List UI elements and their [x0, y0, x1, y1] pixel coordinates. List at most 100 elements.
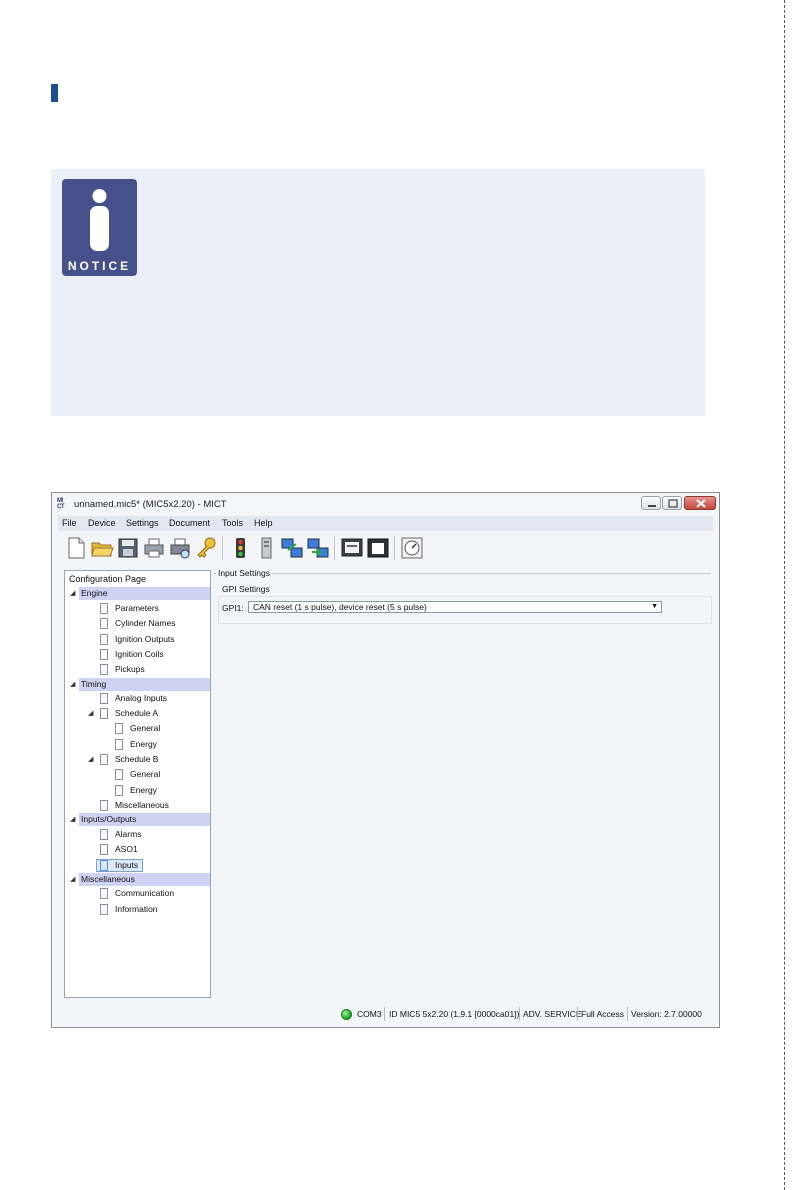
tree-item-communication[interactable]: Communication: [65, 887, 210, 900]
key-icon[interactable]: [194, 536, 218, 560]
window-frame-icon[interactable]: [366, 536, 390, 560]
status-bar: COM3 ID MIC5 5x2.20 (1.9.1 [0000ca01]) A…: [52, 1003, 719, 1027]
tree-item-schedule-a-energy[interactable]: Energy: [65, 738, 210, 751]
gpi1-select[interactable]: CAN reset (1 s pulse), device reset (5 s…: [248, 601, 662, 613]
page-icon: [100, 618, 108, 629]
tree-group-timing[interactable]: ◢ Timing: [65, 678, 210, 691]
maximize-button[interactable]: [662, 496, 682, 510]
tree-header: Configuration Page: [69, 574, 147, 584]
tree-item-inputs[interactable]: Inputs: [65, 859, 210, 872]
page-cut-line: [784, 0, 786, 1190]
menu-device[interactable]: Device: [88, 518, 116, 528]
gpi1-label: GPI1:: [222, 603, 244, 613]
status-access: Full Access: [581, 1009, 624, 1019]
toolbar-separator: [394, 536, 395, 560]
tree-group-miscellaneous[interactable]: ◢ Miscellaneous: [65, 873, 210, 886]
tree-group-label: Engine: [81, 588, 108, 598]
collapse-arrow-icon[interactable]: ◢: [88, 707, 93, 720]
gauge-icon[interactable]: [400, 536, 424, 560]
collapse-arrow-icon[interactable]: ◢: [70, 678, 75, 691]
tree-item-label: Ignition Coils: [115, 649, 164, 659]
tree-item-label: Energy: [130, 785, 157, 795]
status-version: Version: 2.7.00000: [631, 1009, 702, 1019]
section-marker: [51, 84, 58, 102]
print-preview-icon[interactable]: [168, 536, 192, 560]
transfer-computers-icon[interactable]: [306, 536, 330, 560]
page-icon: [100, 693, 108, 704]
tree-item-ignition-outputs[interactable]: Ignition Outputs: [65, 633, 210, 646]
connect-computers-icon[interactable]: [280, 536, 304, 560]
gpi1-selected-value: CAN reset (1 s pulse), device reset (5 s…: [253, 602, 427, 612]
menu-file[interactable]: File: [62, 518, 77, 528]
tree-item-label: Cylinder Names: [115, 618, 176, 628]
pages-icon: [100, 754, 108, 765]
tree-group-inputs-outputs[interactable]: ◢ Inputs/Outputs: [65, 813, 210, 826]
tree-item-analog-inputs[interactable]: Analog Inputs: [65, 692, 210, 705]
page-icon: [100, 800, 108, 811]
tree-item-schedule-b-general[interactable]: General: [65, 768, 210, 781]
page-icon: [100, 888, 108, 899]
page-icon: [100, 844, 108, 855]
toolbar-separator: [222, 536, 223, 560]
input-settings-group: Input Settings GPI Settings GPI1: CAN re…: [214, 568, 712, 626]
tree-item-pickups[interactable]: Pickups: [65, 663, 210, 676]
notice-icon: NOTICE: [62, 179, 137, 276]
tree-item-label: Communication: [115, 888, 175, 898]
page-icon: [100, 634, 108, 645]
tree-item-aso1[interactable]: ASO1: [65, 843, 210, 856]
tree-item-label: Miscellaneous: [115, 800, 169, 810]
tree-group-engine[interactable]: ◢ Engine: [65, 587, 210, 600]
page-icon: [115, 785, 123, 796]
menu-settings[interactable]: Settings: [126, 518, 159, 528]
input-settings-title: Input Settings: [216, 568, 272, 578]
save-disk-icon[interactable]: [116, 536, 140, 560]
open-folder-icon[interactable]: [90, 536, 114, 560]
tree-item-schedule-a-general[interactable]: General: [65, 722, 210, 735]
tree-item-label: ASO1: [115, 844, 138, 854]
tower-device-icon[interactable]: [254, 536, 278, 560]
status-port: COM3: [357, 1009, 382, 1019]
tree-item-label: Alarms: [115, 829, 142, 839]
new-document-icon[interactable]: [64, 536, 88, 560]
menu-tools[interactable]: Tools: [222, 518, 243, 528]
monitor-icon[interactable]: [340, 536, 364, 560]
collapse-arrow-icon[interactable]: ◢: [70, 873, 75, 886]
tree-item-ignition-coils[interactable]: Ignition Coils: [65, 648, 210, 661]
tree-item-schedule-a[interactable]: ◢ Schedule A: [65, 707, 210, 720]
connection-status-led-icon: [341, 1009, 352, 1020]
toolbar: [58, 533, 713, 563]
menu-help[interactable]: Help: [254, 518, 273, 528]
menu-document[interactable]: Document: [169, 518, 210, 528]
print-icon[interactable]: [142, 536, 166, 560]
menu-bar: File Device Settings Document Tools Help: [58, 516, 713, 531]
configuration-tree: Configuration Page ◢ Engine Parameters C…: [64, 570, 211, 998]
close-button[interactable]: [684, 496, 716, 510]
collapse-arrow-icon[interactable]: ◢: [70, 813, 75, 826]
tree-item-label: Energy: [130, 739, 157, 749]
collapse-arrow-icon[interactable]: ◢: [70, 587, 75, 600]
app-logo: MI CT: [57, 498, 65, 510]
window-title: unnamed.mic5* (MIC5x2.20) - MICT: [74, 499, 227, 510]
mict-window: MI CT unnamed.mic5* (MIC5x2.20) - MICT F…: [51, 492, 720, 1028]
toolbar-separator: [334, 536, 335, 560]
page-icon: [115, 739, 123, 750]
notice-label: NOTICE: [67, 259, 132, 273]
tree-group-label: Inputs/Outputs: [81, 814, 137, 824]
minimize-button[interactable]: [641, 496, 661, 510]
dropdown-arrow-icon[interactable]: ▼: [651, 602, 658, 612]
traffic-light-icon[interactable]: [228, 536, 252, 560]
page-icon: [100, 664, 108, 675]
tree-item-label: General: [130, 723, 161, 733]
tree-item-label: Information: [115, 904, 158, 914]
tree-item-schedule-b[interactable]: ◢ Schedule B: [65, 753, 210, 766]
tree-item-alarms[interactable]: Alarms: [65, 828, 210, 841]
tree-item-cylinder-names[interactable]: Cylinder Names: [65, 617, 210, 630]
tree-item-schedule-b-energy[interactable]: Energy: [65, 784, 210, 797]
tree-item-information[interactable]: Information: [65, 903, 210, 916]
tree-group-label: Timing: [81, 679, 107, 689]
tree-item-timing-miscellaneous[interactable]: Miscellaneous: [65, 799, 210, 812]
tree-item-parameters[interactable]: Parameters: [65, 602, 210, 615]
title-bar[interactable]: MI CT unnamed.mic5* (MIC5x2.20) - MICT: [52, 493, 719, 515]
tree-item-label: Schedule B: [115, 754, 159, 764]
collapse-arrow-icon[interactable]: ◢: [88, 753, 93, 766]
